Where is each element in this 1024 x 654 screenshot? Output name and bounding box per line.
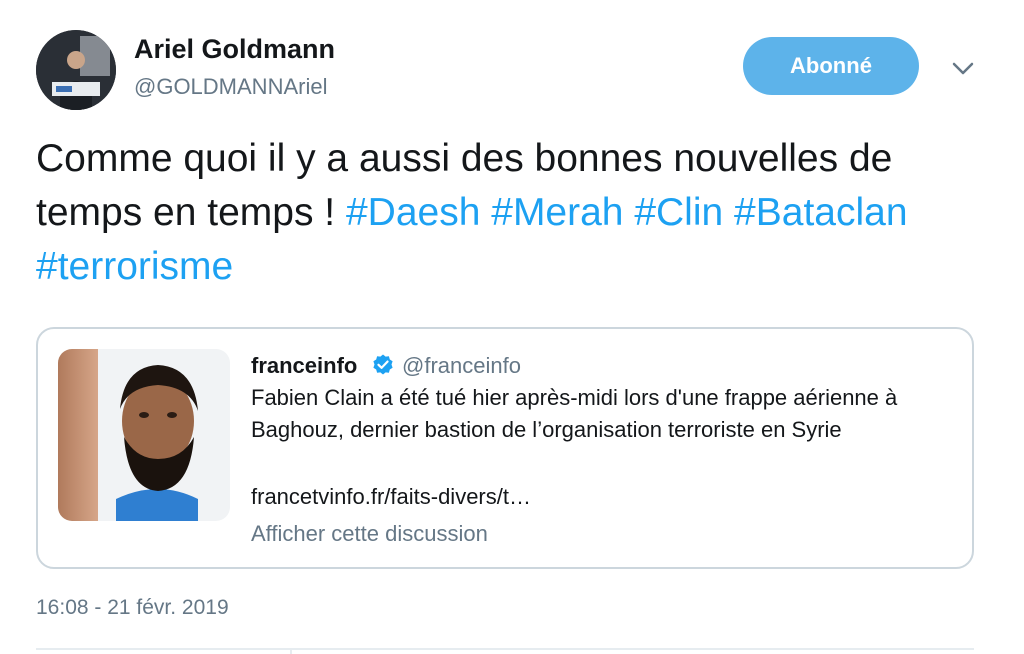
quoted-author-name[interactable]: franceinfo bbox=[251, 353, 357, 379]
quoted-author-handle[interactable]: @franceinfo bbox=[402, 353, 521, 379]
divider bbox=[290, 648, 292, 654]
author-avatar[interactable] bbox=[36, 30, 116, 110]
quoted-tweet-text: Fabien Clain a été tué hier après-midi l… bbox=[251, 385, 898, 442]
hashtag-link[interactable]: #terrorisme bbox=[36, 245, 233, 288]
quoted-tweet-image bbox=[58, 349, 230, 521]
tweet-text: Comme quoi il y a aussi des bonnes nouve… bbox=[36, 132, 996, 294]
divider bbox=[36, 648, 974, 650]
following-button[interactable]: Abonné bbox=[743, 37, 919, 95]
quoted-tweet-link[interactable]: francetvinfo.fr/faits-divers/t… bbox=[251, 484, 531, 510]
author-handle[interactable]: @GOLDMANNAriel bbox=[134, 74, 327, 100]
hashtag-link[interactable]: #Merah bbox=[491, 191, 623, 234]
author-name[interactable]: Ariel Goldmann bbox=[134, 34, 335, 65]
tweet-timestamp[interactable]: 16:08 - 21 févr. 2019 bbox=[36, 596, 229, 620]
hashtag-link[interactable]: #Daesh bbox=[346, 191, 480, 234]
verified-badge-icon bbox=[371, 353, 395, 377]
quoted-tweet-card[interactable]: franceinfo @franceinfo Fabien Clain a ét… bbox=[36, 327, 974, 569]
hashtag-link[interactable]: #Bataclan bbox=[734, 191, 907, 234]
chevron-down-icon[interactable] bbox=[950, 58, 976, 78]
hashtag-link[interactable]: #Clin bbox=[634, 191, 723, 234]
show-discussion-link[interactable]: Afficher cette discussion bbox=[251, 521, 488, 547]
